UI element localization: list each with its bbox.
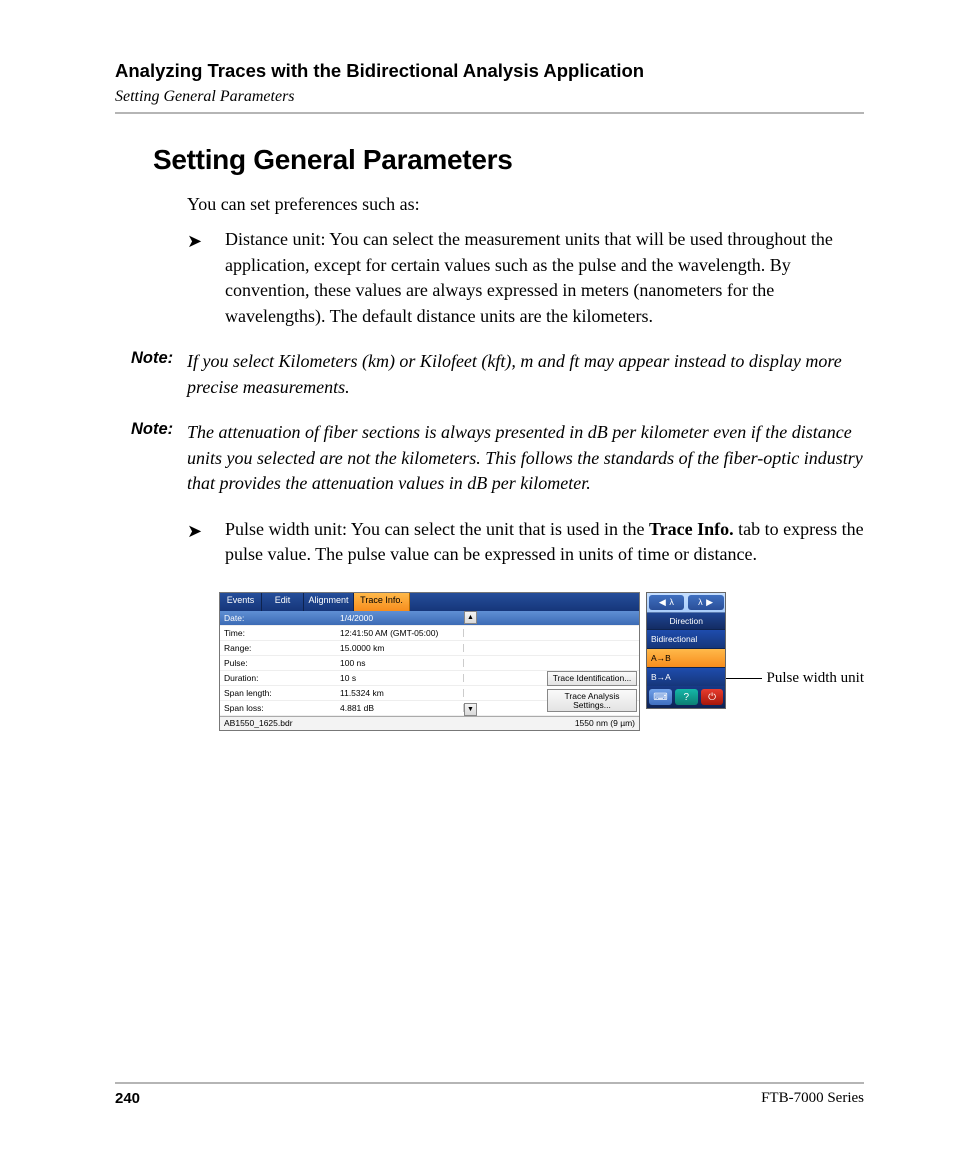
info-value: 11.5324 km bbox=[338, 689, 464, 698]
note-block: Note: The attenuation of fiber sections … bbox=[131, 420, 864, 497]
help-icon[interactable]: ? bbox=[675, 689, 698, 705]
bullet-text: Distance unit: You can select the measur… bbox=[225, 227, 864, 329]
direction-bidirectional[interactable]: Bidirectional bbox=[647, 629, 725, 648]
bullet-arrow-icon: ➤ bbox=[187, 517, 225, 568]
keyboard-icon[interactable]: ⌨ bbox=[649, 689, 672, 705]
page-number: 240 bbox=[115, 1090, 140, 1107]
trace-identification-button[interactable]: Trace Identification... bbox=[547, 671, 637, 686]
bullet-arrow-icon: ➤ bbox=[187, 227, 225, 329]
info-label: Duration: bbox=[220, 674, 338, 683]
direction-a-to-b[interactable]: A→B bbox=[647, 648, 725, 667]
lambda-nav: ◀ λ λ ▶ bbox=[647, 593, 725, 613]
bullet-item: ➤ Pulse width unit: You can select the u… bbox=[187, 517, 864, 568]
info-grid: ▲ Date: 1/4/2000 Time: 12:41:50 AM (GMT-… bbox=[220, 611, 639, 716]
status-filename: AB1550_1625.bdr bbox=[224, 719, 293, 728]
header-rule bbox=[115, 112, 864, 114]
trace-analysis-settings-button[interactable]: Trace Analysis Settings... bbox=[547, 689, 637, 712]
tab-edit[interactable]: Edit bbox=[262, 593, 304, 611]
info-label: Pulse: bbox=[220, 659, 338, 668]
footer-rule bbox=[115, 1082, 864, 1084]
note-block: Note: If you select Kilometers (km) or K… bbox=[131, 349, 864, 400]
section-subtitle: Setting General Parameters bbox=[115, 88, 864, 106]
callout: Pulse width unit bbox=[726, 670, 864, 687]
note-label: Note: bbox=[131, 349, 187, 400]
callout-label: Pulse width unit bbox=[766, 670, 864, 687]
bullet-bold: Trace Info. bbox=[649, 519, 734, 539]
info-label: Range: bbox=[220, 644, 338, 653]
scroll-up-button[interactable]: ▲ bbox=[464, 611, 477, 624]
status-bar: AB1550_1625.bdr 1550 nm (9 µm) bbox=[220, 716, 639, 730]
table-row: Date: 1/4/2000 bbox=[220, 611, 639, 626]
intro-text: You can set preferences such as: bbox=[187, 194, 864, 215]
main-heading: Setting General Parameters bbox=[153, 144, 864, 176]
app-screenshot: Events Edit Alignment Trace Info. ▲ Date… bbox=[219, 592, 640, 731]
lambda-prev-button[interactable]: ◀ λ bbox=[649, 595, 684, 610]
chapter-title: Analyzing Traces with the Bidirectional … bbox=[115, 60, 864, 82]
direction-b-to-a[interactable]: B→A bbox=[647, 667, 725, 686]
bullet-text: Pulse width unit: You can select the uni… bbox=[225, 517, 864, 568]
info-label: Span length: bbox=[220, 689, 338, 698]
info-value: 100 ns bbox=[338, 659, 464, 668]
bullet-item: ➤ Distance unit: You can select the meas… bbox=[187, 227, 864, 329]
tab-bar: Events Edit Alignment Trace Info. bbox=[220, 593, 639, 611]
table-row: Time: 12:41:50 AM (GMT-05:00) bbox=[220, 626, 639, 641]
direction-header: Direction bbox=[647, 613, 725, 629]
icon-row: ⌨ ? ⏻ bbox=[647, 686, 725, 708]
tab-trace-info[interactable]: Trace Info. bbox=[354, 593, 410, 611]
scroll-down-button[interactable]: ▼ bbox=[464, 703, 477, 716]
lambda-next-button[interactable]: λ ▶ bbox=[688, 595, 723, 610]
tab-filler bbox=[410, 593, 639, 611]
status-wavelength: 1550 nm (9 µm) bbox=[575, 719, 635, 728]
table-row: Range: 15.0000 km bbox=[220, 641, 639, 656]
tab-events[interactable]: Events bbox=[220, 593, 262, 611]
tab-alignment[interactable]: Alignment bbox=[304, 593, 354, 611]
info-label: Time: bbox=[220, 629, 338, 638]
info-value: 1/4/2000 bbox=[338, 614, 464, 623]
info-label: Date: bbox=[220, 614, 338, 623]
power-icon[interactable]: ⏻ bbox=[701, 689, 724, 705]
info-label: Span loss: bbox=[220, 704, 338, 713]
bullet-segment: Pulse width unit: You can select the uni… bbox=[225, 519, 649, 539]
callout-line bbox=[726, 678, 762, 679]
info-value: 12:41:50 AM (GMT-05:00) bbox=[338, 629, 464, 638]
info-value: 10 s bbox=[338, 674, 464, 683]
note-label: Note: bbox=[131, 420, 187, 497]
info-value: 15.0000 km bbox=[338, 644, 464, 653]
side-panel: ◀ λ λ ▶ Direction Bidirectional A→B B→A … bbox=[646, 592, 726, 709]
note-text: The attenuation of fiber sections is alw… bbox=[187, 420, 864, 497]
note-text: If you select Kilometers (km) or Kilofee… bbox=[187, 349, 864, 400]
table-row: Pulse: 100 ns bbox=[220, 656, 639, 671]
footer-model: FTB-7000 Series bbox=[761, 1090, 864, 1107]
info-value: 4.881 dB bbox=[338, 704, 464, 713]
